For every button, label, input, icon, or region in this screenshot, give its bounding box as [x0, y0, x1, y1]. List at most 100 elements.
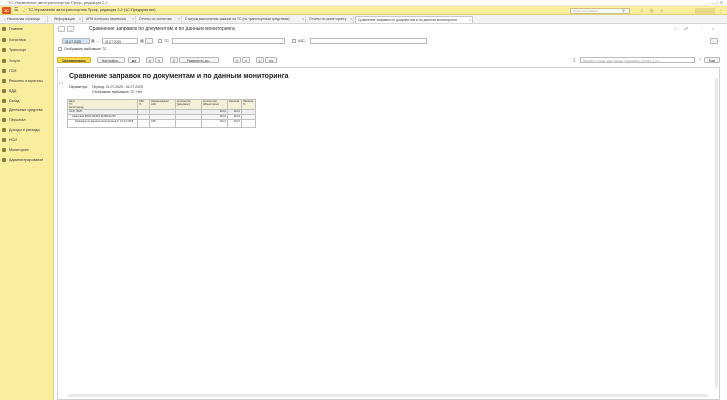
tab-order-statuses[interactable]: Статусы выполнения заказов на ТС (по тра…: [183, 16, 306, 23]
settings-button[interactable]: Настройки...: [97, 57, 125, 63]
sidebar-item-transport[interactable]: Транспорт: [2, 46, 26, 54]
back-nav-icon[interactable]: ←: [22, 7, 26, 14]
user-avatar[interactable]: [695, 7, 715, 14]
search-button[interactable]: ⚲: [146, 57, 154, 63]
show-retired-checkbox[interactable]: [58, 47, 62, 51]
sidebar-item-admin[interactable]: Администрирование: [2, 156, 43, 164]
services-icon: [2, 59, 6, 64]
search-icon[interactable]: ⚲: [622, 7, 625, 14]
sidebar-item-income[interactable]: Доходы и расходы: [2, 126, 40, 134]
sidebar-item-main[interactable]: Главное: [2, 25, 23, 33]
params-retired: Отображать выбывшие ТС: Нет: [92, 90, 143, 94]
tab-refuel-comparison[interactable]: Сравнение заправок по документам и по да…: [355, 16, 473, 23]
collapse-toggle[interactable]: −: [60, 116, 62, 120]
vertical-scrollbar[interactable]: [715, 78, 718, 388]
sidebar-item-label: Мониторинг: [9, 148, 29, 152]
search-clear-button[interactable]: ⚲: [155, 57, 163, 63]
tab-label: Информация: [54, 17, 75, 21]
expand-button[interactable]: Развернуть до...: [179, 57, 219, 63]
history-icon[interactable]: ◷: [650, 7, 654, 14]
sidebar-item-cash[interactable]: Денежные средства: [2, 106, 42, 114]
more-icon[interactable]: ⋮: [700, 26, 704, 31]
variant-button[interactable]: ▦▾: [128, 57, 140, 63]
calendar-icon[interactable]: ▦: [91, 38, 95, 44]
header-date: Дата ТС Регистратор: [67, 99, 138, 110]
sidebar-item-label: Главное: [9, 27, 23, 31]
menu-icon[interactable]: ☰: [14, 7, 18, 14]
groups-button[interactable]: ☰: [170, 57, 178, 63]
bell-icon[interactable]: ♧: [640, 7, 644, 14]
more-button[interactable]: Еще: [704, 57, 720, 63]
sidebar-item-label: Ремонты и агрегаты: [9, 79, 43, 83]
page-title: Сравнение заправок по документам и по да…: [89, 26, 235, 32]
sidebar-item-repairs[interactable]: Ремонты и агрегаты: [2, 77, 43, 85]
shield-icon: [2, 89, 6, 94]
azs-checkbox[interactable]: [292, 39, 296, 43]
help-icon[interactable]: ?: [699, 57, 701, 63]
monitor-icon: [2, 148, 6, 153]
header-diff-pct: Разница, %: [241, 99, 256, 110]
sidebar-item-warehouse[interactable]: Склад: [2, 97, 19, 105]
link-icon[interactable]: ☍: [684, 26, 688, 31]
tab-home[interactable]: ⌂ Начальная страница: [2, 16, 48, 23]
report-search-input[interactable]: Введите строку для поиска (например, стр…: [580, 57, 695, 63]
star-icon[interactable]: ☆: [660, 7, 664, 14]
header-diff: Разница: [227, 99, 242, 110]
azs-input[interactable]: [310, 38, 427, 44]
close-icon[interactable]: ×: [469, 17, 471, 23]
tab-info[interactable]: Информация ×: [52, 16, 83, 23]
sidebar-item-monitoring[interactable]: Мониторинг: [2, 146, 29, 154]
save-file-button[interactable]: ↧: [256, 57, 264, 63]
calendar-icon[interactable]: ▦: [140, 38, 144, 44]
tab-logistics-reports[interactable]: Отчеты по логистике ×: [137, 16, 182, 23]
report-search-placeholder: Введите строку для поиска (например, стр…: [583, 59, 662, 63]
table-header-row: Дата ТС Регистратор АЗС % Наименование А…: [67, 99, 256, 110]
tab-monitoring-reports[interactable]: Отчеты по мониторингу ×: [307, 16, 354, 23]
sidebar-item-safety[interactable]: БДД: [2, 87, 16, 95]
forward-button[interactable]: →: [67, 26, 74, 32]
global-search-input[interactable]: Поиск Ctrl+Shift+F: [570, 7, 630, 14]
row-qty-mon: 110,0: [201, 119, 228, 128]
collapse-toggle[interactable]: −: [63, 121, 65, 125]
header-qty-mon: Количество (Мониторинг): [201, 99, 228, 110]
ts-input[interactable]: [172, 38, 285, 44]
tab-label: АРМ Контроль перевозок: [86, 17, 126, 21]
tabs-bar: ⌂ Начальная страница Информация × АРМ Кон…: [0, 15, 727, 24]
close-icon[interactable]: ×: [79, 16, 81, 23]
tab-label: Отчеты по логистике: [139, 17, 172, 21]
back-button[interactable]: ←: [58, 26, 65, 32]
date-from-input[interactable]: 01.07.2025: [62, 38, 90, 44]
close-form-icon[interactable]: ×: [712, 26, 714, 31]
close-icon[interactable]: ×: [132, 16, 134, 23]
generate-button[interactable]: Сформировать: [57, 57, 91, 63]
period-button[interactable]: ...: [145, 38, 153, 44]
report-area[interactable]: Сравнение заправок по документам и по да…: [57, 67, 720, 400]
sidebar-item-fuel[interactable]: ГСМ: [2, 67, 16, 75]
sidebar-item-nsi[interactable]: НСИ: [2, 136, 17, 144]
tab-label: Статусы выполнения заказов на ТС (по тра…: [185, 17, 290, 21]
more-filters-button[interactable]: ⋮: [710, 38, 718, 44]
close-icon[interactable]: ×: [350, 16, 352, 23]
horizontal-scrollbar[interactable]: [68, 394, 708, 397]
sidebar-item-label: Логистика: [9, 38, 26, 42]
header-azs: АЗС %: [137, 99, 150, 110]
close-icon[interactable]: ×: [178, 16, 180, 23]
table-row[interactable]: Заправка по данным мониторинга от 01.07.…: [67, 119, 256, 128]
date-to-input[interactable]: 31.07.2025: [102, 38, 138, 44]
sidebar-item-logistics[interactable]: Логистика: [2, 36, 26, 44]
header-azs-name: Наименование АЗС: [149, 99, 176, 110]
sidebar: Главное Логистика Транспорт Услуги ГСМ Р…: [0, 24, 54, 400]
print-button[interactable]: ⎙: [233, 57, 241, 63]
ts-checkbox[interactable]: [158, 39, 162, 43]
close-icon[interactable]: ×: [302, 16, 304, 23]
sidebar-item-personnel[interactable]: Персонал: [2, 116, 26, 124]
send-button[interactable]: ✉▾: [265, 57, 277, 63]
save-icon[interactable]: □: [674, 26, 676, 31]
tab-arm-transport[interactable]: АРМ Контроль перевозок ×: [84, 16, 136, 23]
group-level-marker: 1 2: [59, 81, 64, 85]
print-options-button[interactable]: ▾: [242, 57, 250, 63]
menu-icon: [2, 27, 6, 32]
settings-icon[interactable]: ⋮: [719, 7, 723, 14]
sidebar-item-label: Склад: [9, 99, 20, 103]
sidebar-item-services[interactable]: Услуги: [2, 57, 20, 65]
